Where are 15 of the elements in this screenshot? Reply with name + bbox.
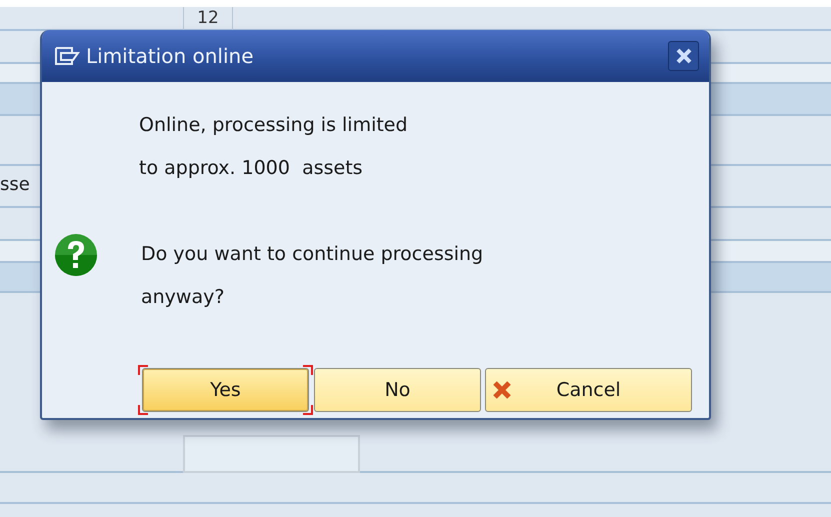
close-button[interactable] bbox=[668, 41, 699, 71]
window-icon bbox=[54, 46, 80, 66]
message-text: Online, processing is limited bbox=[139, 113, 409, 138]
question-text: anyway? bbox=[141, 285, 226, 310]
input-field[interactable] bbox=[183, 435, 360, 473]
message-text: to approx. 1000 assets bbox=[139, 156, 364, 181]
question-text: Do you want to continue processing bbox=[141, 242, 484, 267]
field-label: sse bbox=[0, 174, 30, 195]
cancel-button[interactable]: Cancel bbox=[485, 368, 692, 412]
dialog-button[interactable]: Yes bbox=[142, 368, 309, 412]
question-icon bbox=[54, 233, 98, 277]
close-icon bbox=[674, 47, 692, 65]
window-title: Limitation online bbox=[86, 44, 255, 68]
dialog-button[interactable]: No bbox=[314, 368, 481, 412]
close-icon bbox=[492, 380, 512, 400]
